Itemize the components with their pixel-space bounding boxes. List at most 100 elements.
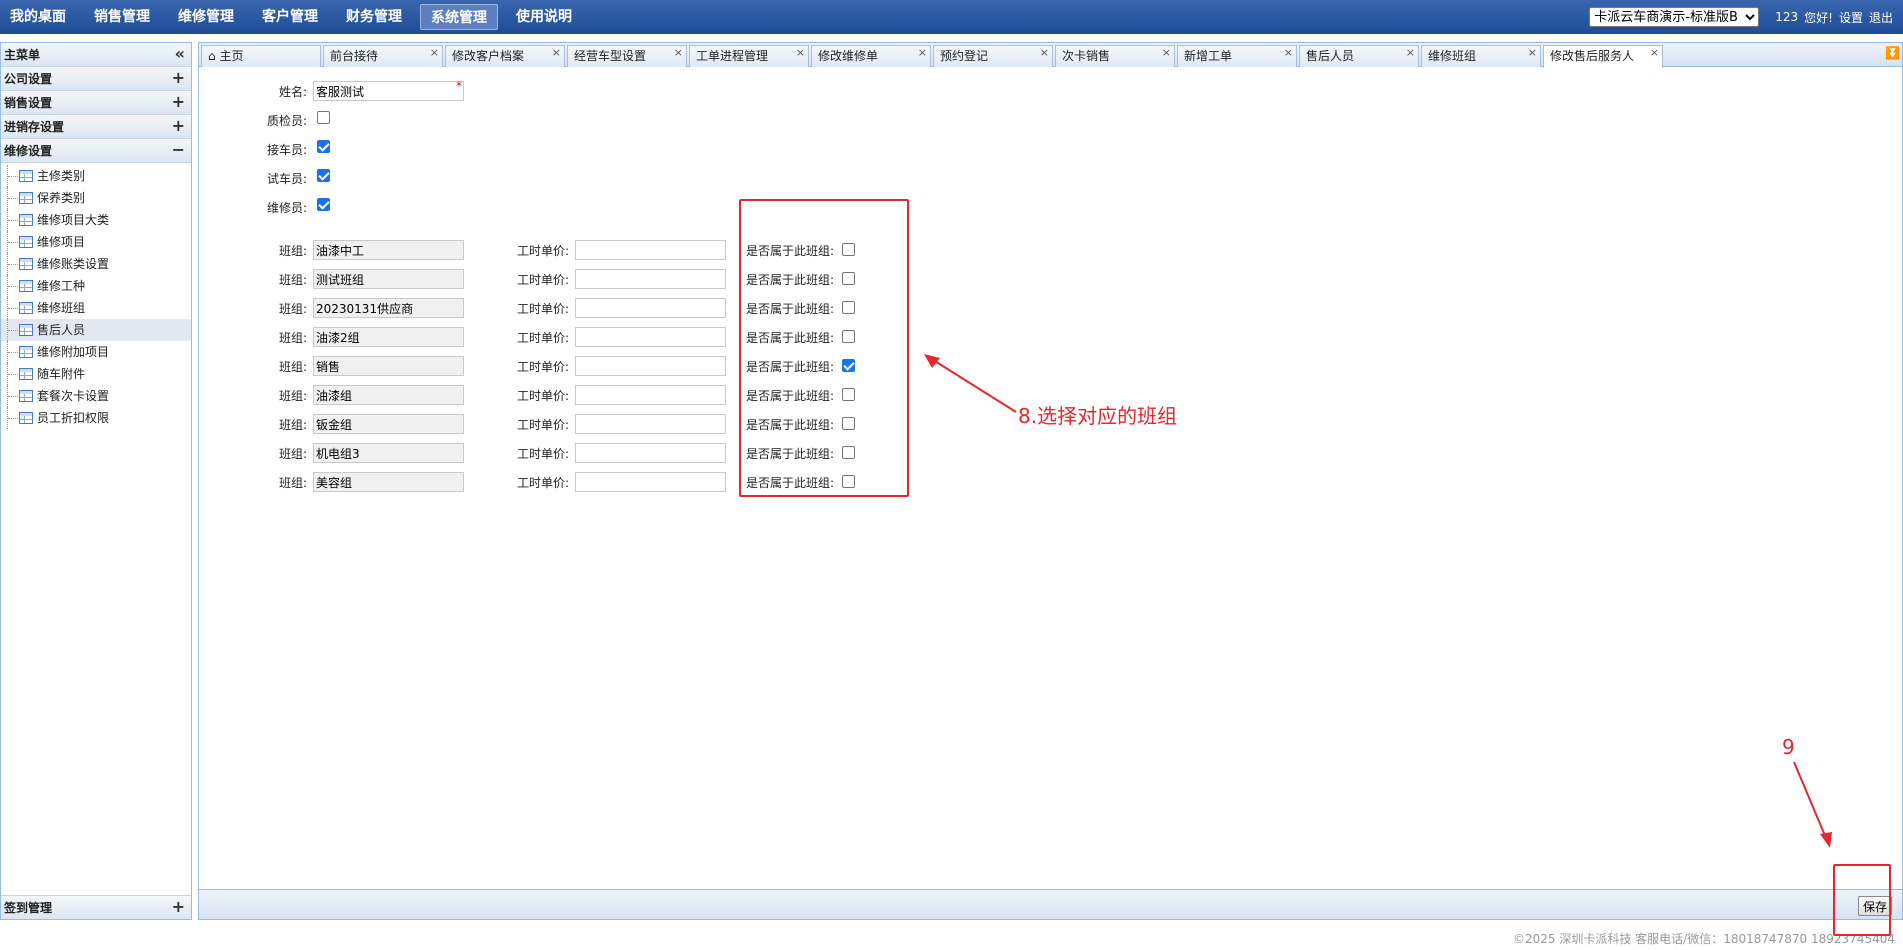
- tab-close-icon[interactable]: ×: [1040, 46, 1049, 63]
- sidebar-section-checkin[interactable]: 签到管理 +: [1, 895, 191, 919]
- tab-label: 预约登记: [940, 49, 989, 63]
- sidebar-tree-item[interactable]: 主修类别: [1, 165, 191, 187]
- group-label: 班组:: [278, 418, 307, 432]
- sidebar-tree-item[interactable]: 随车附件: [1, 363, 191, 385]
- tab[interactable]: 修改客户档案 ×: [445, 45, 565, 67]
- belong-label: 是否属于此班组:: [745, 360, 834, 374]
- tree-item-label: 随车附件: [37, 367, 86, 381]
- tab-close-icon[interactable]: ×: [1650, 46, 1659, 63]
- tab-close-icon[interactable]: ×: [430, 46, 439, 63]
- labor-price-input[interactable]: [575, 472, 726, 492]
- store-select[interactable]: 卡派云车商演示-标准版B: [1589, 7, 1760, 27]
- tab[interactable]: 修改售后服务人 ×: [1543, 45, 1663, 68]
- group-name-field: [313, 356, 464, 376]
- tab[interactable]: 修改维修单 ×: [811, 45, 931, 67]
- belong-checkbox[interactable]: [842, 446, 855, 459]
- tab-close-icon[interactable]: ×: [918, 46, 927, 63]
- settings-link[interactable]: 设置: [1839, 9, 1863, 26]
- save-button[interactable]: 保存: [1857, 896, 1892, 916]
- tab[interactable]: 新增工单 ×: [1177, 45, 1297, 67]
- collapse-sidebar-icon[interactable]: «: [175, 43, 185, 65]
- nav-sales[interactable]: 销售管理: [84, 4, 160, 30]
- sidebar-tree-item[interactable]: 套餐次卡设置: [1, 385, 191, 407]
- role-label: 接车员:: [266, 143, 307, 157]
- belong-checkbox[interactable]: [842, 243, 855, 256]
- sidebar-tree-item[interactable]: 维修项目: [1, 231, 191, 253]
- name-label: 姓名:: [278, 85, 307, 99]
- nav-system[interactable]: 系统管理: [420, 4, 498, 30]
- sidebar-tree-item[interactable]: 保养类别: [1, 187, 191, 209]
- role-checkbox[interactable]: [317, 111, 330, 124]
- nav-repair[interactable]: 维修管理: [168, 4, 244, 30]
- tab-label: 前台接待: [330, 49, 379, 63]
- tab[interactable]: 工单进程管理 ×: [689, 45, 809, 67]
- tab-scroll-down-icon[interactable]: ⏬: [1885, 46, 1900, 60]
- labor-price-input[interactable]: [575, 414, 726, 434]
- tab[interactable]: ⌂ 主页: [201, 45, 321, 67]
- expand-icon[interactable]: +: [172, 115, 185, 137]
- belong-checkbox[interactable]: [842, 272, 855, 285]
- logout-link[interactable]: 退出: [1869, 9, 1893, 26]
- tree-line: [7, 407, 18, 429]
- sidebar-section-sales[interactable]: 销售设置 +: [1, 91, 191, 115]
- sidebar-section-inventory[interactable]: 进销存设置 +: [1, 115, 191, 139]
- sidebar-tree-item[interactable]: 维修工种: [1, 275, 191, 297]
- labor-price-input[interactable]: [575, 240, 726, 260]
- tab-close-icon[interactable]: ×: [552, 46, 561, 63]
- nav-help[interactable]: 使用说明: [506, 4, 582, 30]
- sidebar: 主菜单 « 公司设置 + 销售设置 + 进销存设置 + 维修设置 − 主修类别保…: [0, 42, 192, 920]
- tab[interactable]: 前台接待 ×: [323, 45, 443, 67]
- labor-price-input[interactable]: [575, 327, 726, 347]
- role-checkbox[interactable]: [317, 140, 330, 153]
- sidebar-tree-item[interactable]: 员工折扣权限: [1, 407, 191, 429]
- role-checkbox[interactable]: [317, 169, 330, 182]
- nav-desktop[interactable]: 我的桌面: [0, 4, 76, 30]
- group-label: 班组:: [278, 389, 307, 403]
- tab-close-icon[interactable]: ×: [1162, 46, 1171, 63]
- sidebar-section-repair[interactable]: 维修设置 −: [1, 139, 191, 163]
- tab[interactable]: 维修班组 ×: [1421, 45, 1541, 67]
- price-label: 工时单价:: [516, 389, 569, 403]
- labor-price-input[interactable]: [575, 443, 726, 463]
- tab[interactable]: 售后人员 ×: [1299, 45, 1419, 67]
- belong-checkbox[interactable]: [842, 301, 855, 314]
- sidebar-tree-item[interactable]: 维修项目大类: [1, 209, 191, 231]
- group-name-field: [313, 385, 464, 405]
- sidebar-tree-item[interactable]: 售后人员: [1, 319, 191, 341]
- tab[interactable]: 次卡销售 ×: [1055, 45, 1175, 67]
- name-input[interactable]: [313, 81, 464, 101]
- labor-price-input[interactable]: [575, 385, 726, 405]
- tab-close-icon[interactable]: ×: [1528, 46, 1537, 63]
- sidebar-tree-item[interactable]: 维修附加项目: [1, 341, 191, 363]
- tree-item-label: 员工折扣权限: [37, 411, 110, 425]
- table-icon: [19, 302, 33, 314]
- expand-icon[interactable]: +: [172, 67, 185, 89]
- expand-icon[interactable]: +: [172, 91, 185, 113]
- belong-label: 是否属于此班组:: [745, 418, 834, 432]
- belong-checkbox[interactable]: [842, 475, 855, 488]
- tree-item-label: 保养类别: [37, 191, 86, 205]
- labor-price-input[interactable]: [575, 269, 726, 289]
- belong-checkbox[interactable]: [842, 388, 855, 401]
- tab[interactable]: 预约登记 ×: [933, 45, 1053, 67]
- sidebar-tree-item[interactable]: 维修账类设置: [1, 253, 191, 275]
- tree-item-label: 主修类别: [37, 169, 86, 183]
- tab-close-icon[interactable]: ×: [674, 46, 683, 63]
- tab-close-icon[interactable]: ×: [796, 46, 805, 63]
- nav-customer[interactable]: 客户管理: [252, 4, 328, 30]
- sidebar-section-company[interactable]: 公司设置 +: [1, 67, 191, 91]
- role-checkbox[interactable]: [317, 198, 330, 211]
- nav-finance[interactable]: 财务管理: [336, 4, 412, 30]
- sidebar-tree-item[interactable]: 维修班组: [1, 297, 191, 319]
- labor-price-input[interactable]: [575, 298, 726, 318]
- labor-price-input[interactable]: [575, 356, 726, 376]
- tab-close-icon[interactable]: ×: [1284, 46, 1293, 63]
- tab[interactable]: 经营车型设置 ×: [567, 45, 687, 67]
- belong-checkbox[interactable]: [842, 417, 855, 430]
- belong-checkbox[interactable]: [842, 330, 855, 343]
- expand-icon[interactable]: +: [172, 896, 185, 918]
- collapse-icon[interactable]: −: [172, 139, 185, 161]
- tab-close-icon[interactable]: ×: [1406, 46, 1415, 63]
- belong-checkbox[interactable]: [842, 359, 855, 372]
- price-label: 工时单价:: [516, 302, 569, 316]
